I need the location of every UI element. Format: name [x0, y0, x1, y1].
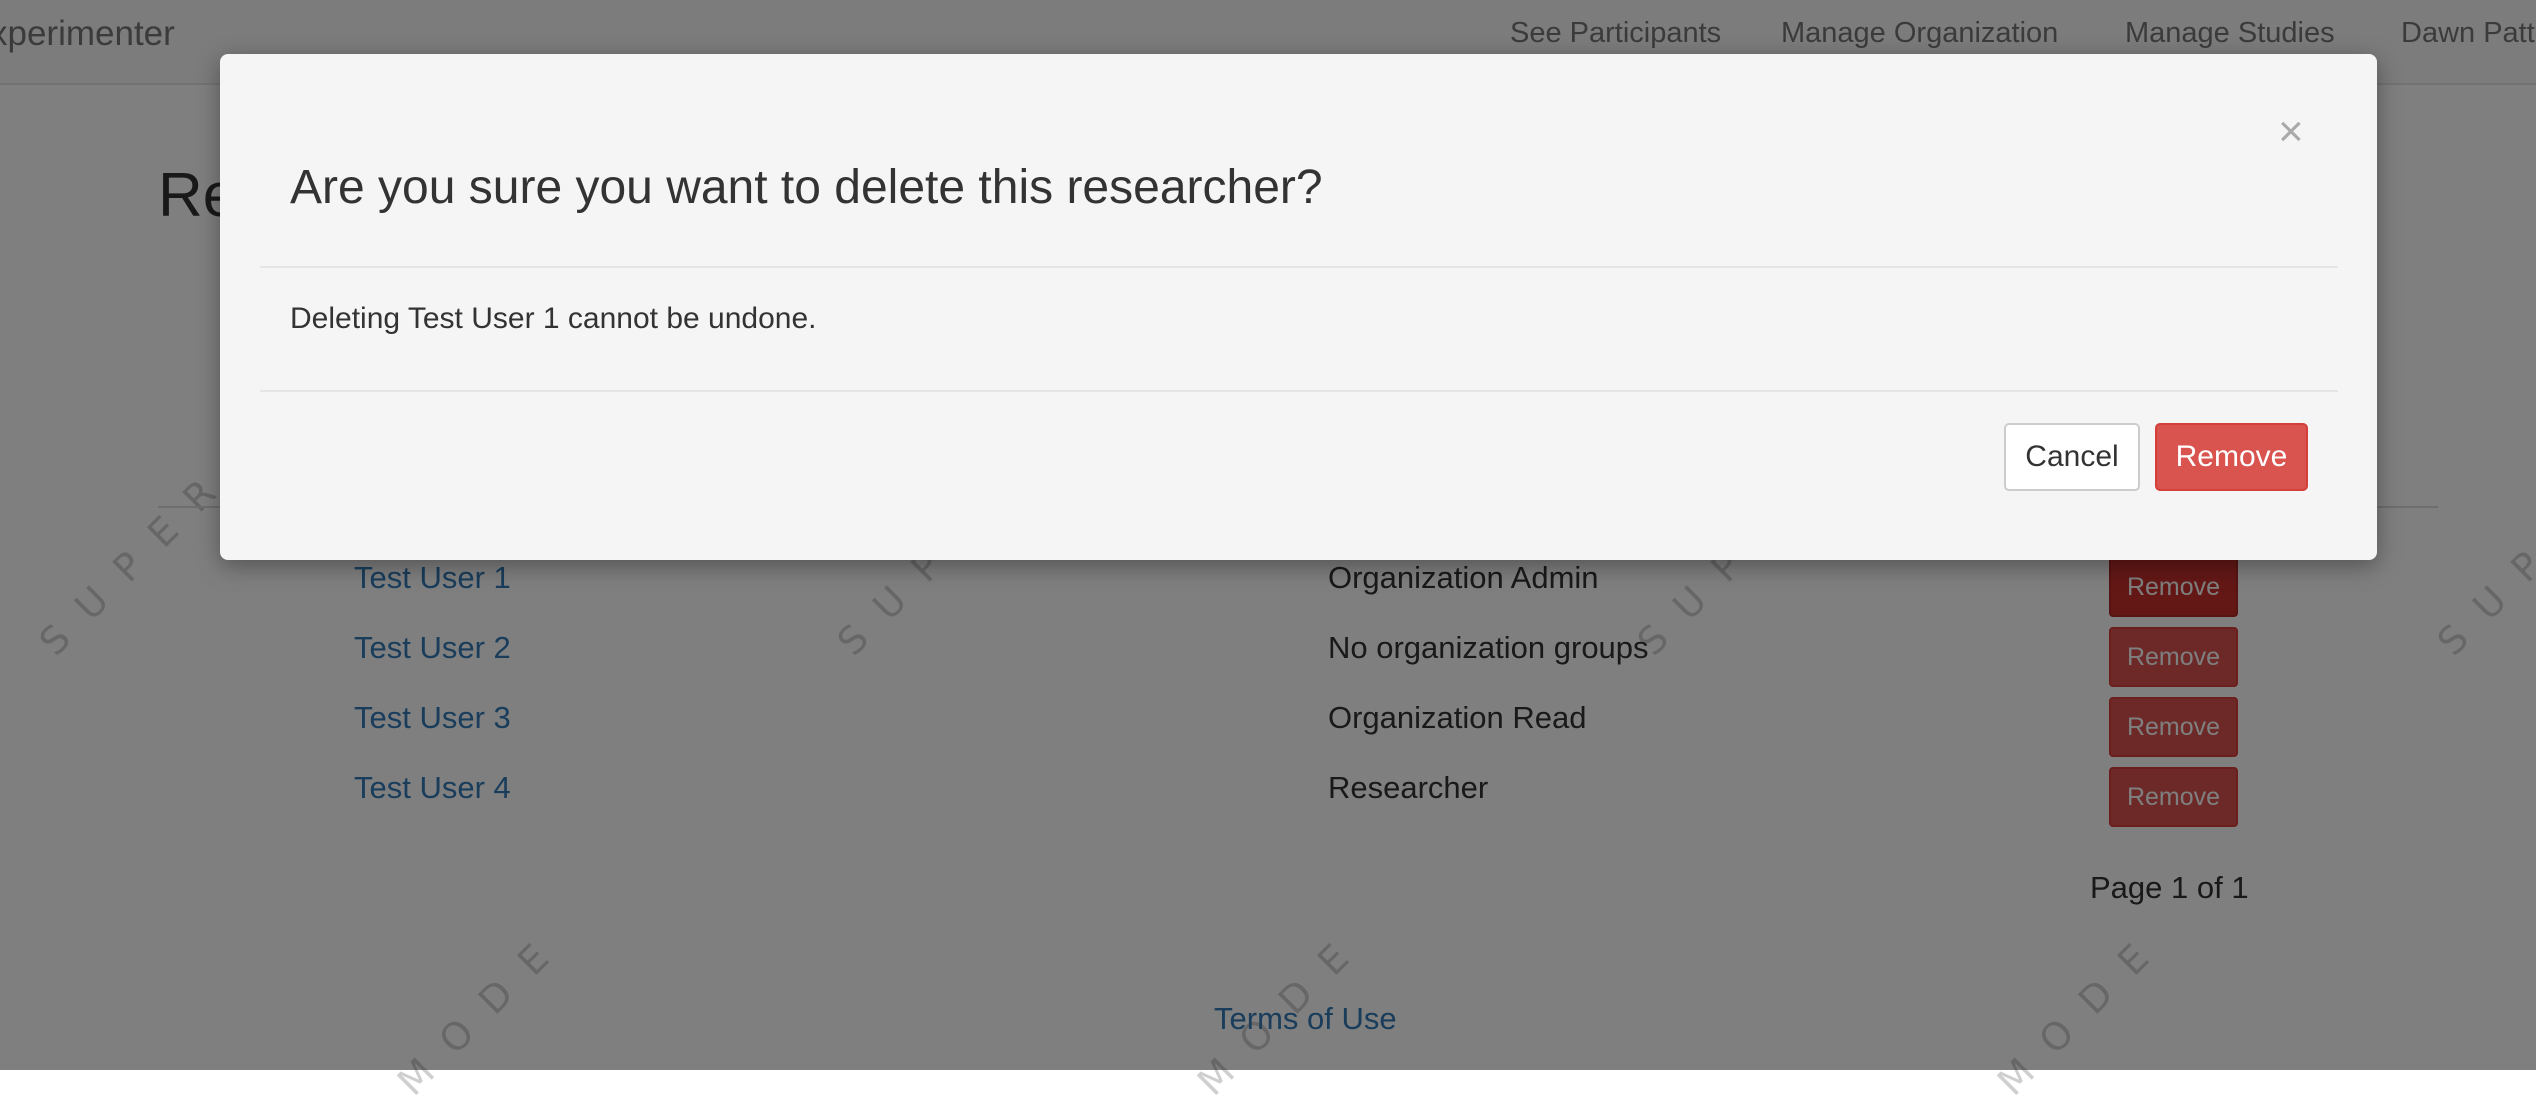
modal-header-divider: [260, 266, 2338, 268]
delete-researcher-modal: Are you sure you want to delete this res…: [220, 54, 2377, 560]
modal-body-text: Deleting Test User 1 cannot be undone.: [290, 302, 817, 335]
modal-title: Are you sure you want to delete this res…: [290, 161, 1323, 214]
close-icon[interactable]: ×: [2278, 110, 2304, 154]
confirm-remove-button[interactable]: Remove: [2155, 423, 2308, 491]
modal-footer-divider: [260, 390, 2338, 392]
cancel-button[interactable]: Cancel: [2004, 423, 2140, 491]
